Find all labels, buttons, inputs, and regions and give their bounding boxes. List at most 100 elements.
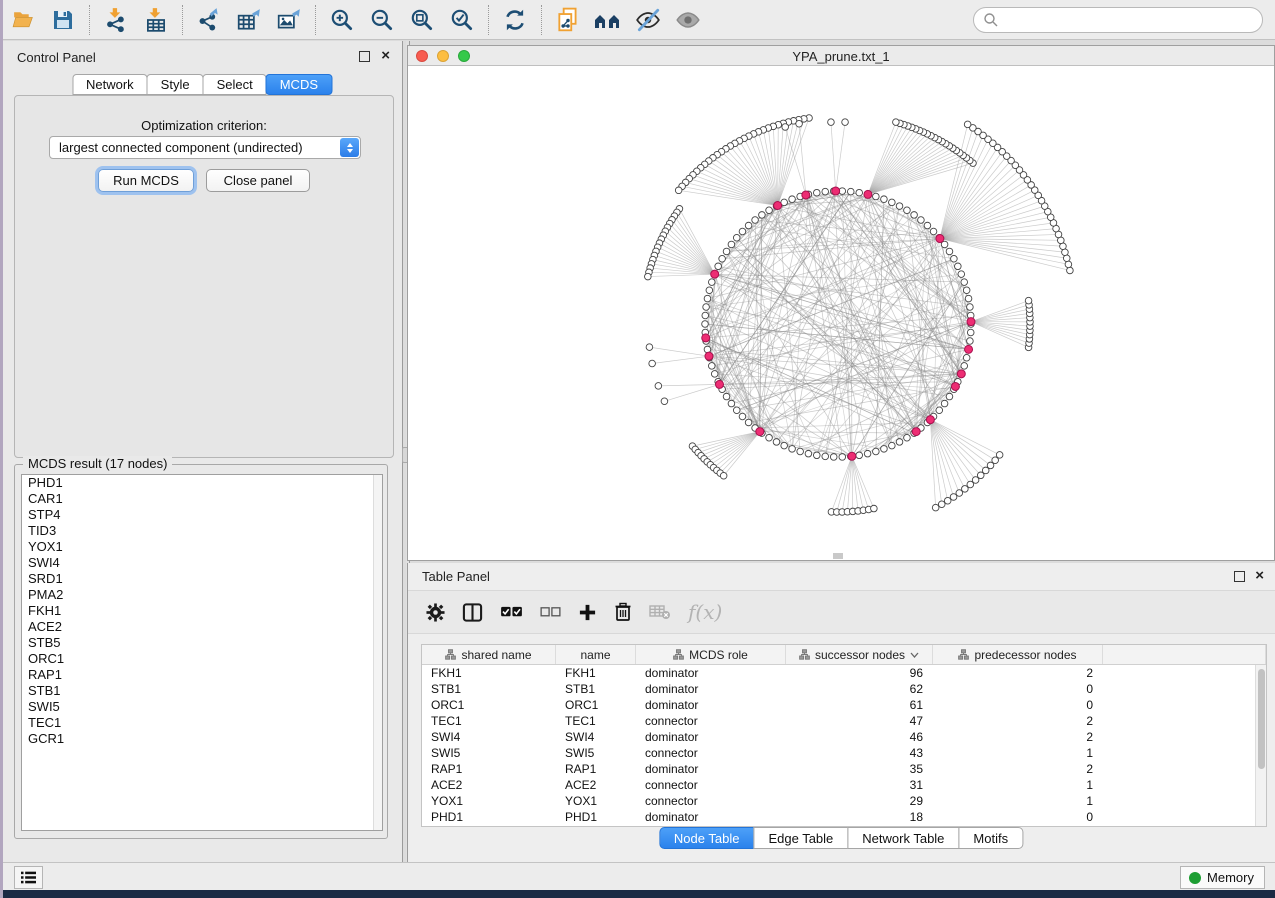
table-cell[interactable]: FKH1 bbox=[556, 665, 636, 681]
table-row[interactable]: ORC1ORC1dominator610 bbox=[422, 697, 1255, 713]
table-cell[interactable]: 62 bbox=[786, 681, 933, 697]
table-cell[interactable]: 1 bbox=[933, 777, 1103, 793]
mcds-result-item[interactable]: SRD1 bbox=[22, 571, 382, 587]
import-table-icon[interactable] bbox=[139, 5, 173, 35]
table-cell[interactable]: 0 bbox=[933, 681, 1103, 697]
table-cell[interactable]: 2 bbox=[933, 729, 1103, 745]
mcds-result-item[interactable]: TID3 bbox=[22, 523, 382, 539]
table-cell[interactable]: dominator bbox=[636, 761, 786, 777]
task-history-button[interactable] bbox=[14, 866, 43, 889]
tab-network[interactable]: Network bbox=[72, 74, 148, 95]
memory-button[interactable]: Memory bbox=[1180, 866, 1265, 889]
table-row[interactable]: ACE2ACE2connector311 bbox=[422, 777, 1255, 793]
table-row[interactable]: TEC1TEC1connector472 bbox=[422, 713, 1255, 729]
table-cell[interactable]: 29 bbox=[786, 793, 933, 809]
table-cell[interactable]: connector bbox=[636, 793, 786, 809]
column-header-name[interactable]: name bbox=[556, 645, 636, 664]
mcds-result-item[interactable]: STB1 bbox=[22, 683, 382, 699]
table-settings-gear-icon[interactable] bbox=[426, 603, 445, 622]
table-cell[interactable]: 47 bbox=[786, 713, 933, 729]
table-cell[interactable]: ACE2 bbox=[556, 777, 636, 793]
float-window-icon[interactable] bbox=[359, 51, 370, 62]
mcds-result-item[interactable]: GCR1 bbox=[22, 731, 382, 747]
table-cell[interactable]: 0 bbox=[933, 809, 1103, 825]
table-cell[interactable]: 31 bbox=[786, 777, 933, 793]
mcds-result-item[interactable]: STP4 bbox=[22, 507, 382, 523]
table-cell[interactable]: 2 bbox=[933, 665, 1103, 681]
tab-node-table[interactable]: Node Table bbox=[659, 827, 755, 849]
tab-style[interactable]: Style bbox=[147, 74, 204, 95]
table-cell[interactable]: connector bbox=[636, 745, 786, 761]
mcds-result-item[interactable]: ORC1 bbox=[22, 651, 382, 667]
table-cell[interactable]: 1 bbox=[933, 745, 1103, 761]
table-row[interactable]: PHD1PHD1dominator180 bbox=[422, 809, 1255, 825]
list-scrollbar[interactable] bbox=[373, 475, 382, 830]
table-cell[interactable]: SWI5 bbox=[422, 745, 556, 761]
mcds-result-item[interactable]: RAP1 bbox=[22, 667, 382, 683]
table-row[interactable]: STB1STB1dominator620 bbox=[422, 681, 1255, 697]
table-cell[interactable]: 2 bbox=[933, 713, 1103, 729]
mcds-result-item[interactable]: SWI5 bbox=[22, 699, 382, 715]
mcds-result-list[interactable]: PHD1CAR1STP4TID3YOX1SWI4SRD1PMA2FKH1ACE2… bbox=[21, 474, 383, 831]
table-cell[interactable]: ACE2 bbox=[422, 777, 556, 793]
table-cell[interactable]: STB1 bbox=[422, 681, 556, 697]
column-header-shared-name[interactable]: shared name bbox=[422, 645, 556, 664]
mcds-result-item[interactable]: PHD1 bbox=[22, 475, 382, 491]
table-cell[interactable]: 96 bbox=[786, 665, 933, 681]
show-columns-icon[interactable] bbox=[462, 602, 483, 623]
table-cell[interactable]: 46 bbox=[786, 729, 933, 745]
table-cell[interactable]: dominator bbox=[636, 665, 786, 681]
table-cell[interactable]: PHD1 bbox=[556, 809, 636, 825]
export-image-icon[interactable] bbox=[272, 5, 306, 35]
close-window-icon[interactable]: × bbox=[1255, 567, 1264, 585]
table-cell[interactable]: RAP1 bbox=[556, 761, 636, 777]
table-cell[interactable]: ORC1 bbox=[556, 697, 636, 713]
export-table-icon[interactable] bbox=[232, 5, 266, 35]
table-row[interactable]: SWI4SWI4dominator462 bbox=[422, 729, 1255, 745]
column-header-predecessor-nodes[interactable]: predecessor nodes bbox=[933, 645, 1103, 664]
import-network-icon[interactable] bbox=[99, 5, 133, 35]
table-cell[interactable]: TEC1 bbox=[422, 713, 556, 729]
table-cell[interactable]: 43 bbox=[786, 745, 933, 761]
table-cell[interactable]: 18 bbox=[786, 809, 933, 825]
table-cell[interactable]: ORC1 bbox=[422, 697, 556, 713]
tab-mcds[interactable]: MCDS bbox=[266, 74, 332, 95]
mcds-result-item[interactable]: CAR1 bbox=[22, 491, 382, 507]
table-cell[interactable]: FKH1 bbox=[422, 665, 556, 681]
deselect-all-icon[interactable] bbox=[540, 605, 561, 620]
mcds-result-item[interactable]: ACE2 bbox=[22, 619, 382, 635]
zoom-fit-icon[interactable] bbox=[405, 5, 439, 35]
hide-selected-icon[interactable] bbox=[631, 5, 665, 35]
table-scrollbar[interactable] bbox=[1255, 665, 1266, 826]
export-network-icon[interactable] bbox=[192, 5, 226, 35]
table-cell[interactable]: 1 bbox=[933, 793, 1103, 809]
tab-edge-table[interactable]: Edge Table bbox=[753, 827, 848, 849]
table-row[interactable]: RAP1RAP1dominator352 bbox=[422, 761, 1255, 777]
table-cell[interactable]: connector bbox=[636, 713, 786, 729]
table-cell[interactable]: TEC1 bbox=[556, 713, 636, 729]
table-cell[interactable]: YOX1 bbox=[556, 793, 636, 809]
network-canvas[interactable] bbox=[408, 66, 1274, 560]
column-header-successor-nodes[interactable]: successor nodes bbox=[786, 645, 933, 664]
canvas-scroll-nub[interactable] bbox=[833, 553, 843, 559]
mcds-result-item[interactable]: SWI4 bbox=[22, 555, 382, 571]
search-input[interactable] bbox=[973, 7, 1263, 33]
add-column-icon[interactable] bbox=[578, 603, 597, 622]
zoom-out-icon[interactable] bbox=[365, 5, 399, 35]
network-titlebar[interactable]: YPA_prune.txt_1 bbox=[408, 46, 1274, 66]
mcds-result-item[interactable]: FKH1 bbox=[22, 603, 382, 619]
table-row[interactable]: FKH1FKH1dominator962 bbox=[422, 665, 1255, 681]
table-cell[interactable]: 61 bbox=[786, 697, 933, 713]
save-session-icon[interactable] bbox=[46, 5, 80, 35]
tab-network-table[interactable]: Network Table bbox=[847, 827, 959, 849]
refresh-view-icon[interactable] bbox=[498, 5, 532, 35]
open-file-icon[interactable] bbox=[6, 5, 40, 35]
run-mcds-button[interactable]: Run MCDS bbox=[98, 169, 194, 192]
table-cell[interactable]: 2 bbox=[933, 761, 1103, 777]
table-cell[interactable]: dominator bbox=[636, 809, 786, 825]
table-cell[interactable]: dominator bbox=[636, 681, 786, 697]
mcds-result-item[interactable]: STB5 bbox=[22, 635, 382, 651]
zoom-selected-icon[interactable] bbox=[445, 5, 479, 35]
select-all-icon[interactable] bbox=[500, 604, 523, 621]
table-row[interactable]: SWI5SWI5connector431 bbox=[422, 745, 1255, 761]
